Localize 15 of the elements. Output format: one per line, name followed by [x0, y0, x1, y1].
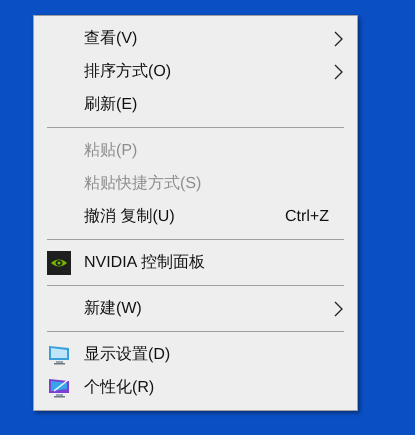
- menu-item[interactable]: 查看(V): [34, 22, 357, 55]
- chevron-right-icon: [334, 30, 343, 46]
- menu-item[interactable]: 个性化(R): [34, 371, 357, 404]
- menu-item[interactable]: 新建(W): [34, 292, 357, 325]
- menu-item[interactable]: 排序方式(O): [34, 55, 357, 88]
- menu-item[interactable]: 刷新(E): [34, 88, 357, 121]
- menu-item[interactable]: 撤消 复制(U) Ctrl+Z: [34, 200, 357, 233]
- shortcut-text: Ctrl+Z: [285, 206, 329, 226]
- menu-item[interactable]: 显示设置(D): [34, 338, 357, 371]
- monitor-brush-icon: [48, 376, 70, 398]
- chevron-right-icon: [334, 300, 343, 316]
- menu-item[interactable]: NVIDIA 控制面板: [34, 246, 357, 279]
- monitor-icon: [48, 344, 70, 366]
- chevron-right-icon: [334, 64, 343, 80]
- eye-logo-icon: [47, 250, 71, 274]
